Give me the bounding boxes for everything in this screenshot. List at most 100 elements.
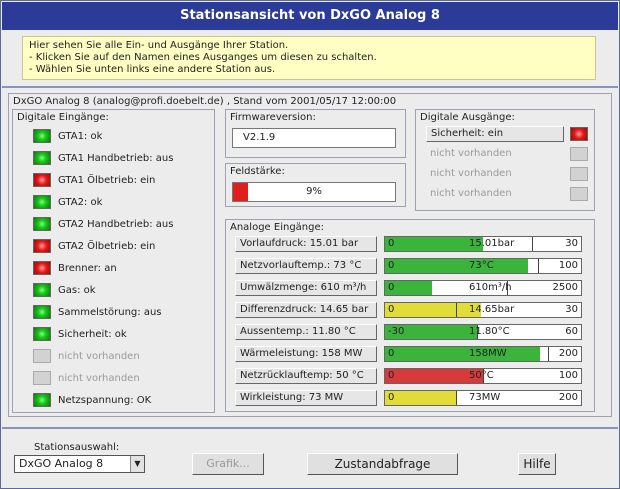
analog-value-label: 50°C [469,370,494,381]
analog-value-bar: 0 73°C 100 [384,258,582,274]
info-box: Hier sehen Sie alle Ein- und Ausgänge Ih… [22,36,596,80]
analog-min-label: 0 [388,392,395,403]
status-led-icon [33,129,51,143]
chevron-down-icon[interactable]: ▼ [130,456,144,472]
status-led-icon [570,127,588,141]
analog-value-bar: 0 610m³/h 2500 [384,280,582,296]
digital-input-label: Gas: ok [58,285,96,296]
firmware-group: Firmwareversion: V2.1.9 [225,109,406,158]
info-line: - Wählen Sie unten links eine andere Sta… [29,64,276,75]
station-status-line: DxGO Analog 8 (analog@profi.doebelt.de) … [13,96,397,107]
analog-value-label: 158MW [469,348,507,359]
analog-min-label: 0 [388,238,395,249]
analog-value-bar: 0 14.65bar 30 [384,302,582,318]
digital-output-button[interactable]: Sicherheit: ein [426,126,564,142]
analog-value-bar: 0 15.01bar 30 [384,236,582,252]
digital-input-label: Netzspannung: OK [58,395,152,406]
digital-outputs-title: Digitale Ausgänge: [420,112,515,123]
analog-input-button[interactable]: Wirkleistung: 73 MW [235,390,377,406]
analog-min-label: 0 [388,348,395,359]
station-select-label: Stationsauswahl: [34,442,120,453]
digital-input-label: nicht vorhanden [58,373,140,384]
digital-input-label: GTA1: ok [58,131,103,142]
status-led-icon [33,393,51,407]
analog-max-label: 30 [565,238,578,249]
digital-input-label: GTA1 Ölbetrieb: ein [58,175,156,186]
digital-input-label: Sicherheit: ok [58,329,127,340]
status-led-icon [33,283,51,297]
status-led-icon [33,305,51,319]
analog-input-button[interactable]: Netzrücklauftemp: 50 °C [235,368,377,384]
analog-value-label: 73MW [469,392,501,403]
info-line: - Klicken Sie auf den Namen eines Ausgan… [29,52,377,63]
status-led-icon [570,187,588,201]
digital-output-label: nicht vorhanden [430,168,512,179]
station-panel: DxGO Analog 8 (analog@profi.doebelt.de) … [8,93,612,417]
analog-value-label: 15.01bar [469,238,515,249]
firmware-version-field: V2.1.9 [232,128,396,148]
status-led-icon [33,327,51,341]
analog-value-label: 14.65bar [469,304,515,315]
signal-strength-title: Feldstärke: [230,166,285,177]
status-led-icon [33,195,51,209]
analog-min-label: 0 [388,282,395,293]
analog-value-bar: 0 50°C 100 [384,368,582,384]
status-led-icon [33,217,51,231]
analog-value-fill [385,303,481,317]
analog-max-label: 200 [558,348,578,359]
digital-input-label: GTA1 Handbetrieb: aus [58,153,174,164]
station-select-value: DxGO Analog 8 [19,457,104,470]
signal-strength-bar: 9% [232,182,396,202]
analog-max-label: 30 [565,304,578,315]
analog-min-label: 0 [388,370,395,381]
digital-input-label: Sammelstörung: aus [58,307,162,318]
analog-inputs-group: Analoge Eingänge: Vorlaufdruck: 15.01 ba… [225,219,595,412]
analog-input-button[interactable]: Vorlaufdruck: 15.01 bar [235,236,377,252]
digital-output-label: nicht vorhanden [430,148,512,159]
divider [2,86,618,88]
analog-value-bar: -30 11.80°C 60 [384,324,582,340]
status-query-button[interactable]: Zustandabfrage [307,453,458,475]
station-select[interactable]: DxGO Analog 8 ▼ [14,455,145,473]
digital-input-label: GTA2 Handbetrieb: aus [58,219,174,230]
status-led-icon [570,147,588,161]
firmware-title: Firmwareversion: [230,112,316,123]
analog-max-label: 100 [558,370,578,381]
analog-value-label: 11.80°C [469,326,510,337]
analog-input-button[interactable]: Netzvorlauftemp.: 73 °C [235,258,377,274]
analog-input-button[interactable]: Wärmeleistung: 158 MW [235,346,377,362]
status-led-icon [570,167,588,181]
digital-input-label: GTA2: ok [58,197,103,208]
digital-input-label: Brenner: an [58,263,117,274]
status-led-icon [33,371,51,385]
analog-input-button[interactable]: Differenzdruck: 14.65 bar [235,302,377,318]
analog-value-fill [385,259,528,273]
grafik-button[interactable]: Grafik... [192,453,264,475]
analog-min-label: -30 [388,326,405,337]
digital-outputs-group: Digitale Ausgänge: Sicherheit: ein nicht … [415,109,595,211]
analog-limit-mark [456,303,457,317]
analog-value-bar: 0 73MW 200 [384,390,582,406]
analog-limit-mark [538,259,539,273]
analog-value-bar: 0 158MW 200 [384,346,582,362]
analog-inputs-title: Analoge Eingänge: [230,222,324,233]
signal-strength-group: Feldstärke: 9% [225,163,406,207]
status-led-icon [33,239,51,253]
analog-max-label: 60 [565,326,578,337]
info-line: Hier sehen Sie alle Ein- und Ausgänge Ih… [29,40,289,51]
status-led-icon [33,349,51,363]
digital-input-label: nicht vorhanden [58,351,140,362]
analog-value-fill [385,347,540,361]
analog-input-button[interactable]: Aussentemp.: 11.80 °C [235,324,377,340]
digital-input-label: GTA2 Ölbetrieb: ein [58,241,156,252]
analog-value-label: 610m³/h [469,282,512,293]
analog-input-button[interactable]: Umwälzmenge: 610 m³/h [235,280,377,296]
help-button[interactable]: Hilfe [518,453,556,475]
analog-min-label: 0 [388,304,395,315]
analog-max-label: 2500 [552,282,578,293]
analog-value-fill [385,391,456,405]
signal-strength-value: 9% [306,186,322,197]
digital-inputs-group: Digitale Eingänge: GTA1: ok GTA1 Handbetr… [12,109,215,413]
status-led-icon [33,261,51,275]
analog-max-label: 200 [558,392,578,403]
